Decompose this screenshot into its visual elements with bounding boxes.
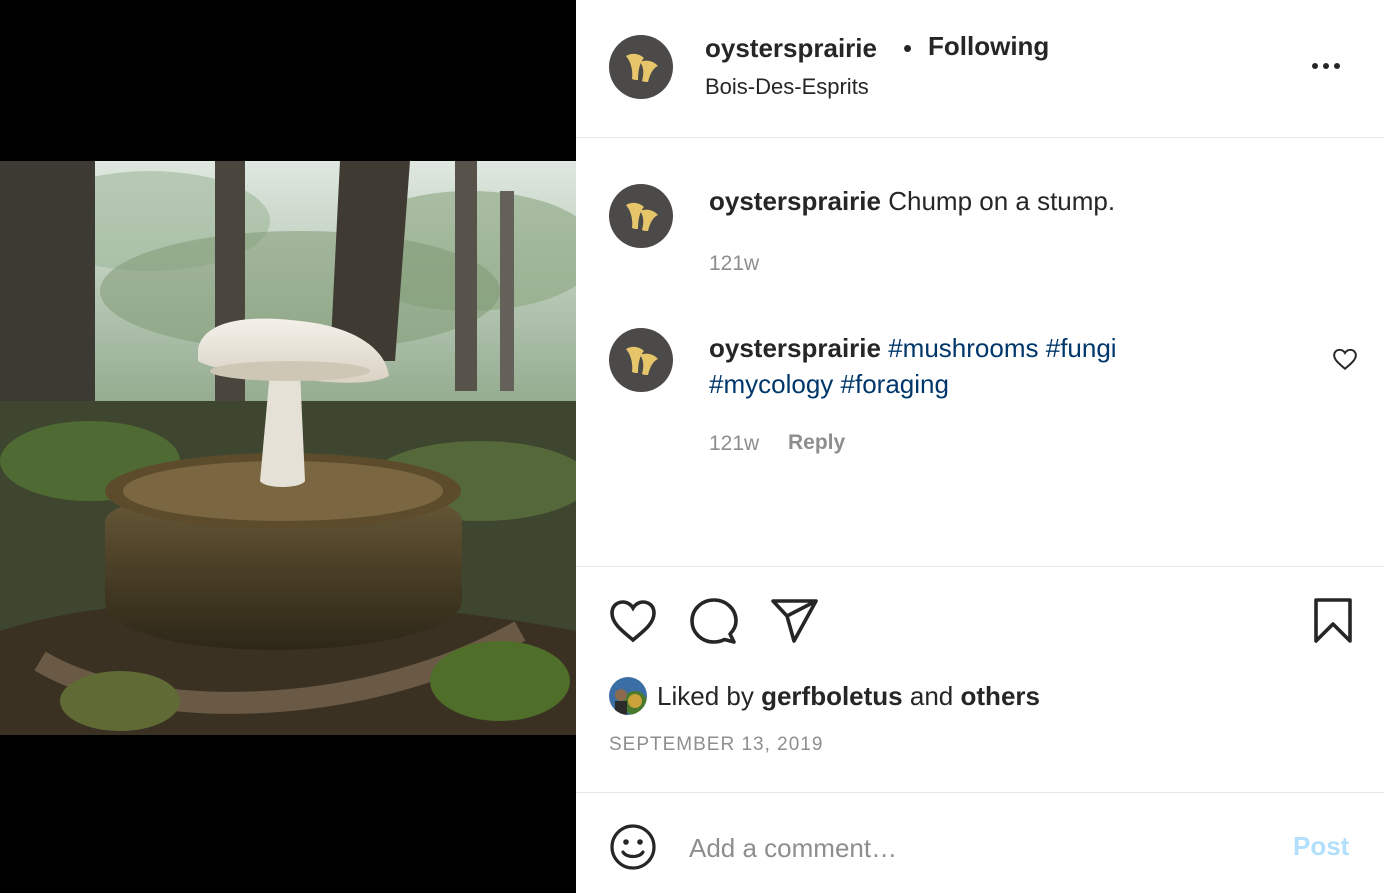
mushroom-logo-icon (626, 346, 658, 375)
hashtag-link[interactable]: #mycology (709, 369, 833, 399)
add-comment-input[interactable] (689, 826, 1249, 870)
following-button[interactable]: Following (928, 31, 1049, 62)
caption-author-avatar[interactable] (609, 184, 673, 248)
hashtag-comment: oystersprairie #mushrooms #fungi #mycolo… (709, 330, 1229, 402)
liker-avatar[interactable] (609, 677, 647, 715)
mushroom-logo-icon (626, 202, 658, 231)
liker-username[interactable]: gerfboletus (761, 681, 903, 712)
liked-by-prefix: Liked by (657, 680, 754, 711)
comment-username[interactable]: oystersprairie (709, 186, 881, 216)
divider (576, 792, 1384, 793)
divider (576, 566, 1384, 567)
author-avatar[interactable] (609, 35, 673, 99)
reply-button[interactable]: Reply (788, 431, 845, 455)
comment-timestamp[interactable]: 121w (709, 252, 759, 276)
hashtag-link[interactable]: #foraging (841, 369, 949, 399)
paper-plane-icon[interactable] (769, 595, 821, 647)
others-link[interactable]: others (961, 681, 1040, 712)
caption-comment: oystersprairie Chump on a stump. (709, 186, 1309, 217)
comment-timestamp[interactable]: 121w (709, 432, 759, 456)
likes-summary: Liked by gerfboletus and others (609, 676, 1040, 716)
post-details-panel: oystersprairie • Following Bois-Des-Espr… (576, 0, 1384, 893)
separator-dot: • (903, 33, 913, 63)
post-header: oystersprairie • Following Bois-Des-Espr… (576, 0, 1384, 138)
comment-author-avatar[interactable] (609, 328, 673, 392)
comment-text: Chump on a stump. (888, 186, 1116, 216)
post-location[interactable]: Bois-Des-Esprits (705, 74, 869, 100)
mushroom-logo-icon (626, 53, 658, 82)
comment-bubble-icon[interactable] (688, 595, 740, 647)
hashtag-link[interactable]: #mushrooms (888, 333, 1038, 363)
post-date[interactable]: SEPTEMBER 13, 2019 (609, 734, 823, 756)
emoji-icon[interactable] (609, 823, 657, 871)
post-comment-button[interactable]: Post (1293, 831, 1349, 862)
hashtag-link[interactable]: #fungi (1046, 333, 1117, 363)
heart-icon[interactable] (607, 595, 659, 647)
author-username[interactable]: oystersprairie (705, 33, 877, 64)
comment-like-heart-icon[interactable] (1332, 346, 1358, 372)
more-options-icon[interactable] (1306, 50, 1346, 82)
post-media[interactable] (0, 0, 576, 893)
liked-by-conjunction: and (909, 680, 954, 711)
comment-username[interactable]: oystersprairie (709, 333, 881, 363)
bookmark-icon[interactable] (1307, 595, 1359, 647)
post-photo (0, 161, 576, 735)
